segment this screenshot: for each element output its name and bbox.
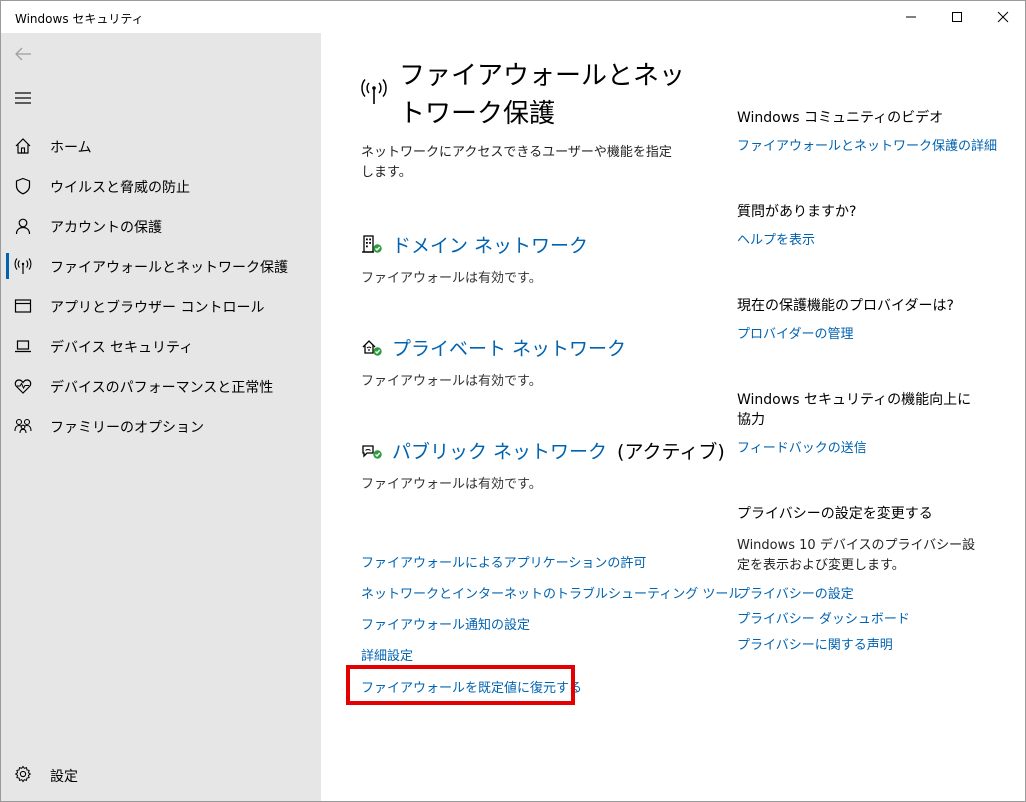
sidebar-item-label: アプリとブラウザー コントロール xyxy=(50,300,265,316)
heart-pulse-icon xyxy=(13,376,33,396)
active-badge: (アクティブ) xyxy=(617,440,725,463)
sidebar-item-family[interactable]: ファミリーのオプション xyxy=(1,406,321,446)
public-network-header: パブリック ネットワーク (アクティブ) xyxy=(361,435,725,465)
close-icon xyxy=(997,11,1009,23)
community-video-heading: Windows コミュニティのビデオ xyxy=(737,110,944,126)
sidebar-item-label: アカウントの保護 xyxy=(50,220,162,236)
domain-network-header: ドメイン ネットワーク xyxy=(361,229,588,259)
sidebar: ホーム ウイルスと脅威の防止 アカウントの保護 ファイアウォールとネットワーク保… xyxy=(1,33,321,801)
title-bar: Windows セキュリティ xyxy=(1,1,1025,33)
window-title: Windows セキュリティ xyxy=(15,12,144,26)
notification-settings-link[interactable]: ファイアウォール通知の設定 xyxy=(361,614,530,633)
provider-heading: 現在の保護機能のプロバイダーは? xyxy=(737,298,954,314)
close-button[interactable] xyxy=(980,1,1026,33)
wifi-antenna-icon xyxy=(361,79,387,104)
hamburger-icon xyxy=(15,92,31,104)
privacy-heading: プライバシーの設定を変更する xyxy=(737,506,933,522)
laptop-icon xyxy=(13,336,33,356)
person-icon xyxy=(13,216,33,236)
public-network-status: ファイアウォールは有効です。 xyxy=(361,477,542,492)
back-arrow-icon xyxy=(15,47,31,61)
sidebar-item-app-browser[interactable]: アプリとブラウザー コントロール xyxy=(1,286,321,326)
gear-icon xyxy=(13,764,33,784)
question-heading: 質問がありますか? xyxy=(737,204,857,220)
sidebar-item-settings[interactable]: 設定 xyxy=(1,757,321,793)
help-link[interactable]: ヘルプを表示 xyxy=(737,229,815,248)
manage-providers-link[interactable]: プロバイダーの管理 xyxy=(737,323,853,342)
domain-network-link[interactable]: ドメイン ネットワーク xyxy=(392,231,588,258)
minimize-button[interactable] xyxy=(888,1,934,33)
sidebar-item-label: デバイス セキュリティ xyxy=(50,340,194,356)
troubleshooter-link[interactable]: ネットワークとインターネットのトラブルシューティング ツール xyxy=(361,583,741,602)
family-icon xyxy=(13,416,33,436)
sidebar-item-firewall[interactable]: ファイアウォールとネットワーク保護 xyxy=(1,246,321,286)
page-description: ネットワークにアクセスできるユーザーや機能を指定します。 xyxy=(361,145,672,180)
private-network-header: プライベート ネットワーク xyxy=(361,332,626,362)
home-network-check-icon xyxy=(361,336,383,358)
building-check-icon xyxy=(361,233,383,255)
firewall-details-link[interactable]: ファイアウォールとネットワーク保護の詳細 xyxy=(737,135,997,154)
sidebar-item-device-performance[interactable]: デバイスのパフォーマンスと正常性 xyxy=(1,366,321,406)
minimize-icon xyxy=(906,16,916,18)
maximize-icon xyxy=(952,12,962,22)
public-network-link[interactable]: パブリック ネットワーク xyxy=(392,437,607,464)
sidebar-item-label: ホーム xyxy=(50,140,92,156)
shield-icon xyxy=(13,176,33,196)
sidebar-item-label: デバイスのパフォーマンスと正常性 xyxy=(50,380,274,396)
privacy-statement-link[interactable]: プライバシーに関する声明 xyxy=(737,634,893,653)
privacy-description: Windows 10 デバイスのプライバシー設定を表示および変更します。 xyxy=(737,538,976,573)
wifi-antenna-icon xyxy=(13,256,33,276)
app-window-icon xyxy=(13,296,33,316)
menu-button[interactable] xyxy=(5,83,41,113)
sidebar-item-device-security[interactable]: デバイス セキュリティ xyxy=(1,326,321,366)
sidebar-item-label: ファミリーのオプション xyxy=(50,420,204,436)
sidebar-item-home[interactable]: ホーム xyxy=(1,126,321,166)
privacy-dashboard-link[interactable]: プライバシー ダッシュボード xyxy=(737,608,910,627)
maximize-button[interactable] xyxy=(934,1,980,33)
sidebar-item-label: ウイルスと脅威の防止 xyxy=(50,180,190,196)
page-title: ファイアウォールとネットワーク保護 xyxy=(399,61,686,129)
back-button[interactable] xyxy=(5,39,41,69)
sidebar-item-virus-protection[interactable]: ウイルスと脅威の防止 xyxy=(1,166,321,206)
app-window: Windows セキュリティ ホーム ウイルスと脅威の防止 アカウントの保護 フ… xyxy=(0,0,1026,802)
highlight-box xyxy=(346,665,575,705)
feedback-heading: Windows セキュリティの機能向上に協力 xyxy=(737,392,972,428)
send-feedback-link[interactable]: フィードバックの送信 xyxy=(737,437,867,456)
home-icon xyxy=(13,136,33,156)
privacy-settings-link[interactable]: プライバシーの設定 xyxy=(737,583,854,602)
sidebar-item-account-protection[interactable]: アカウントの保護 xyxy=(1,206,321,246)
public-network-check-icon xyxy=(361,439,383,461)
domain-network-status: ファイアウォールは有効です。 xyxy=(361,271,542,286)
advanced-settings-link[interactable]: 詳細設定 xyxy=(361,645,413,664)
private-network-status: ファイアウォールは有効です。 xyxy=(361,374,542,389)
settings-label: 設定 xyxy=(50,769,78,785)
private-network-link[interactable]: プライベート ネットワーク xyxy=(392,334,626,361)
allow-app-link[interactable]: ファイアウォールによるアプリケーションの許可 xyxy=(361,552,646,571)
sidebar-item-label: ファイアウォールとネットワーク保護 xyxy=(50,260,288,276)
